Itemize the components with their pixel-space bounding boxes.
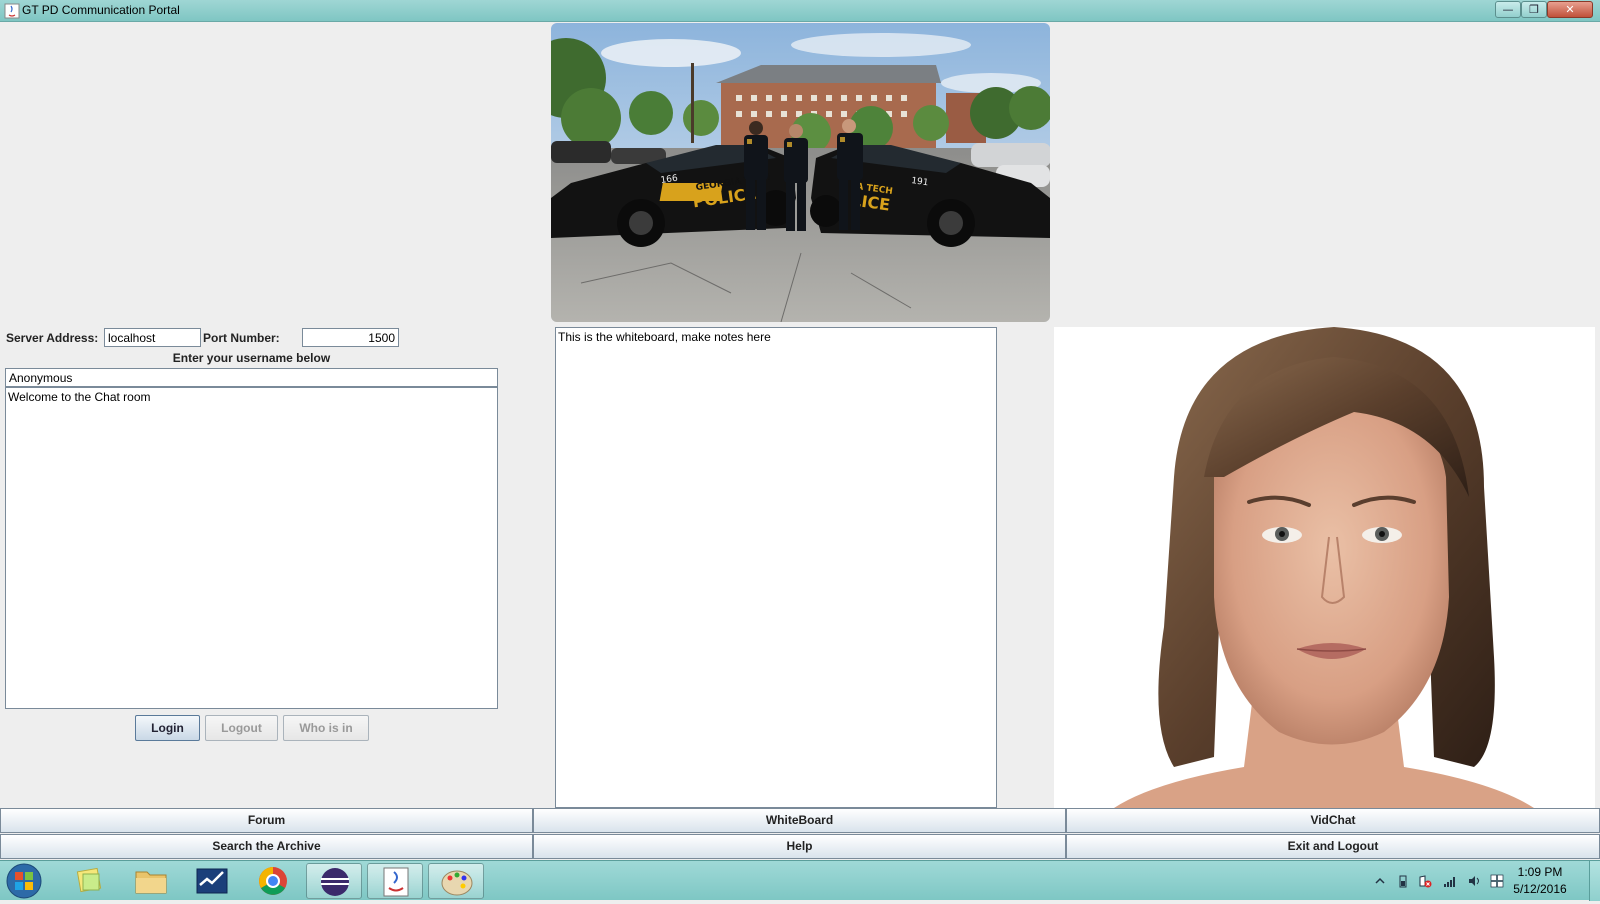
task-manager-icon[interactable] (184, 863, 240, 899)
whiteboard-button[interactable]: WhiteBoard (533, 808, 1066, 833)
chat-log[interactable]: Welcome to the Chat room (5, 387, 498, 709)
system-clock[interactable]: 1:09 PM 5/12/2016 (1500, 864, 1580, 898)
port-number-input[interactable] (302, 328, 399, 347)
java-icon[interactable] (367, 863, 423, 899)
help-button[interactable]: Help (533, 834, 1066, 859)
window-title: GT PD Communication Portal (22, 3, 180, 17)
show-desktop-button[interactable] (1589, 861, 1600, 901)
maximize-button[interactable]: ❐ (1521, 1, 1547, 18)
video-avatar (1054, 327, 1595, 808)
battery-icon[interactable] (1396, 874, 1410, 888)
police-photo: GEORGIA TECH POLICE 166 A TECH LICE 191 (551, 23, 1050, 322)
search-archive-button[interactable]: Search the Archive (0, 834, 533, 859)
chrome-icon[interactable] (245, 863, 301, 899)
whiteboard-text: This is the whiteboard, make notes here (558, 330, 771, 344)
server-address-label: Server Address: (6, 331, 99, 345)
forum-button[interactable]: Forum (0, 808, 533, 833)
eclipse-icon[interactable] (306, 863, 362, 899)
title-bar: GT PD Communication Portal — ❐ ✕ (0, 0, 1600, 22)
taskbar: 1:09 PM 5/12/2016 (0, 860, 1600, 901)
vidchat-button[interactable]: VidChat (1066, 808, 1600, 833)
clock-time: 1:09 PM (1517, 865, 1563, 879)
username-input[interactable] (5, 368, 498, 387)
action-center-icon[interactable] (1418, 874, 1432, 888)
show-hidden-icons-icon[interactable] (1373, 874, 1387, 888)
server-address-input[interactable] (104, 328, 201, 347)
exit-logout-button[interactable]: Exit and Logout (1066, 834, 1600, 859)
volume-icon[interactable] (1467, 874, 1481, 888)
sticky-notes-icon[interactable] (62, 863, 118, 899)
who-is-in-button[interactable]: Who is in (283, 715, 369, 741)
start-orb-icon[interactable] (4, 863, 44, 899)
logout-button[interactable]: Logout (205, 715, 278, 741)
close-button[interactable]: ✕ (1547, 1, 1593, 18)
paint-icon[interactable] (428, 863, 484, 899)
login-button[interactable]: Login (135, 715, 200, 741)
minimize-button[interactable]: — (1495, 1, 1521, 18)
whiteboard-area[interactable]: This is the whiteboard, make notes here (555, 327, 997, 808)
chat-welcome-message: Welcome to the Chat room (8, 390, 151, 404)
network-signal-icon[interactable] (1443, 874, 1457, 888)
java-app-icon (4, 3, 20, 19)
port-number-label: Port Number: (203, 331, 280, 345)
file-explorer-icon[interactable] (123, 863, 179, 899)
clock-date: 5/12/2016 (1513, 882, 1567, 896)
username-prompt: Enter your username below (172, 351, 331, 365)
